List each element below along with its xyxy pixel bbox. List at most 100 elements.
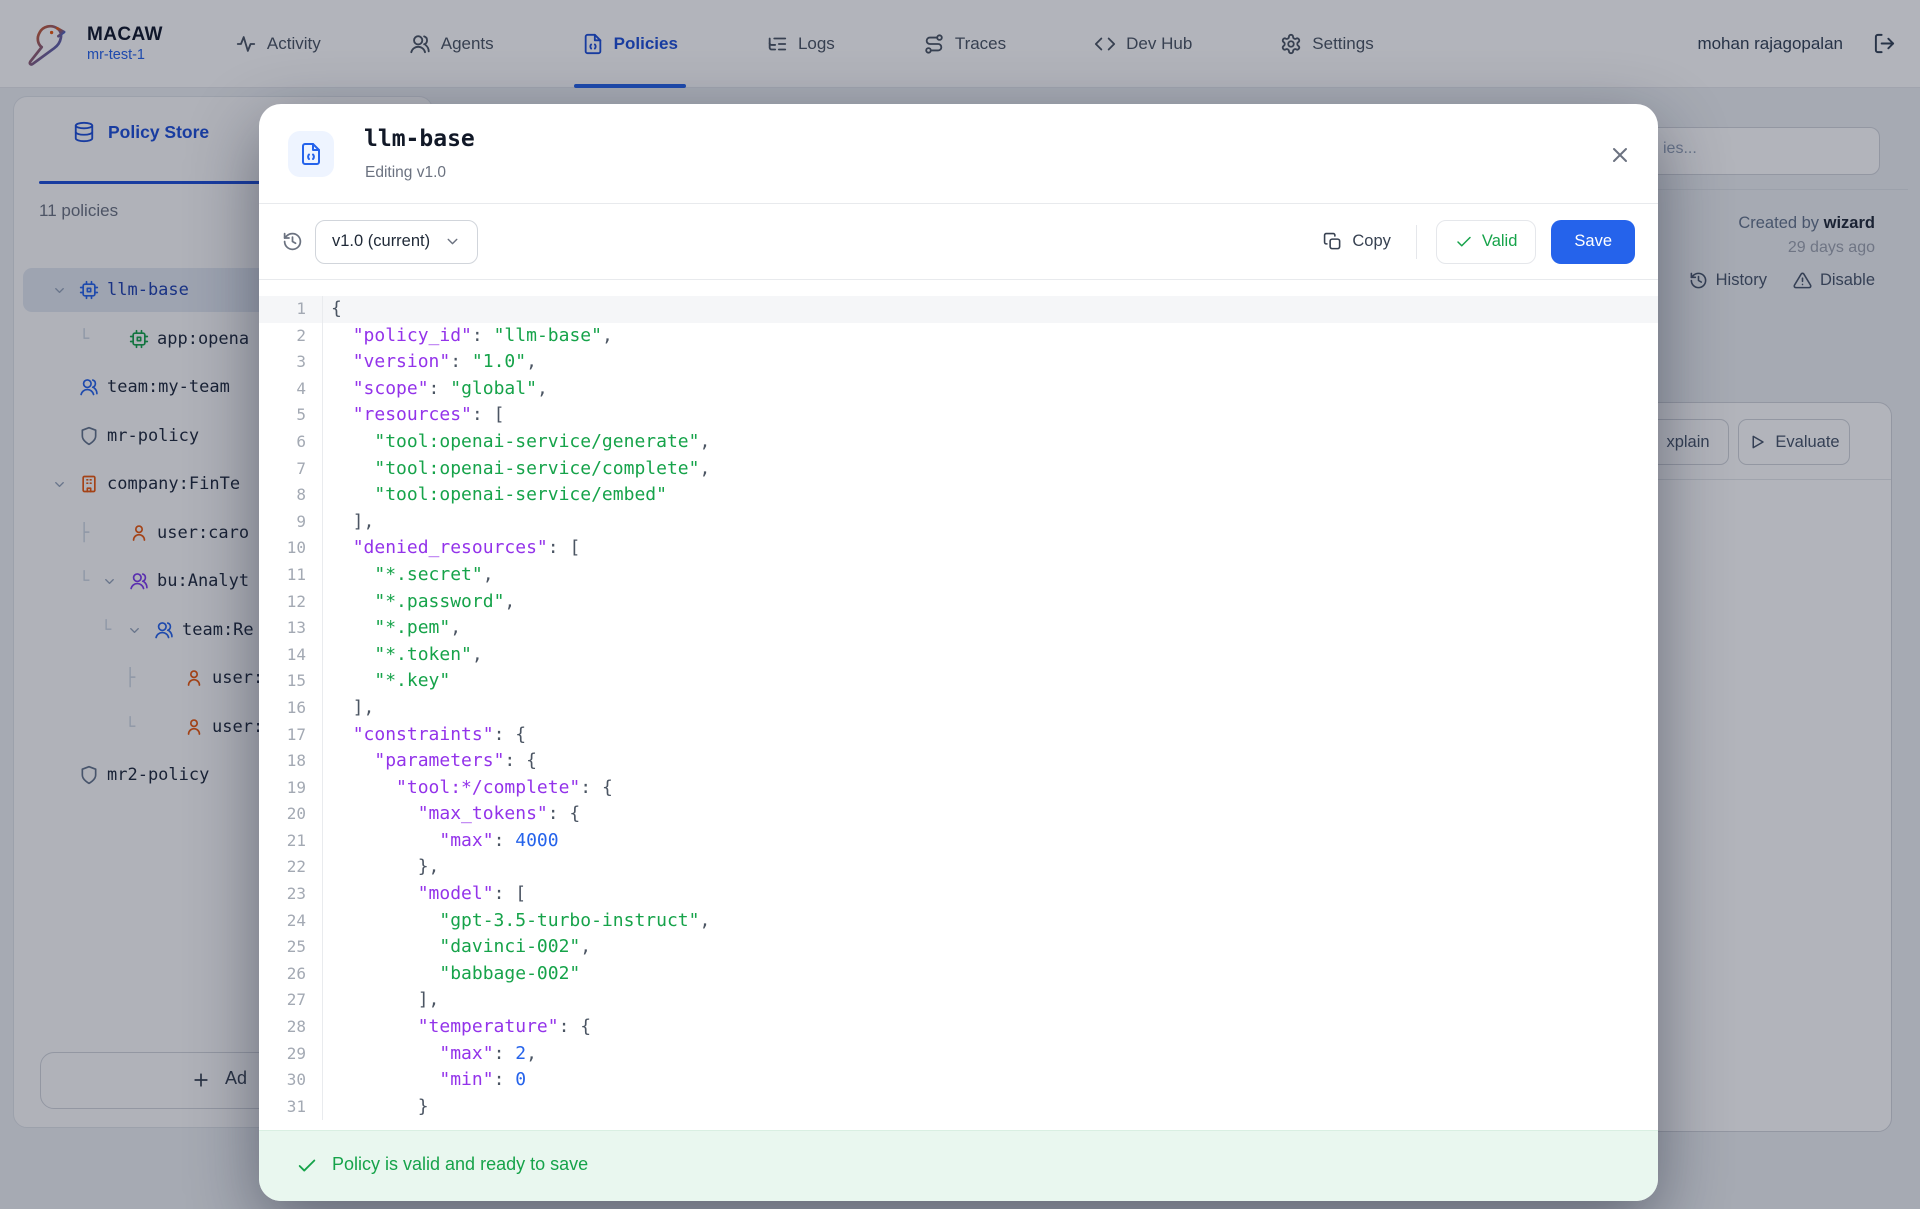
code-text: "*.password", [323,589,515,616]
code-text: "version": "1.0", [323,349,537,376]
line-number: 24 [259,908,323,935]
code-line[interactable]: 9 ], [259,509,1658,536]
code-line[interactable]: 11 "*.secret", [259,562,1658,589]
copy-button[interactable]: Copy [1317,231,1397,252]
line-number: 11 [259,562,323,589]
code-line[interactable]: 24 "gpt-3.5-turbo-instruct", [259,908,1658,935]
toolbar-divider [1416,225,1417,259]
close-icon[interactable] [1608,143,1632,167]
code-text: }, [323,854,439,881]
code-text: "max": 2, [323,1041,537,1068]
line-number: 16 [259,695,323,722]
code-text: "max_tokens": { [323,801,580,828]
check-icon [1455,233,1473,251]
code-text: "tool:openai-service/embed" [323,482,667,509]
code-text: "parameters": { [323,748,537,775]
code-text: "tool:openai-service/generate", [323,429,710,456]
line-number: 10 [259,535,323,562]
code-line[interactable]: 8 "tool:openai-service/embed" [259,482,1658,509]
code-line[interactable]: 26 "babbage-002" [259,961,1658,988]
code-line[interactable]: 16 ], [259,695,1658,722]
version-history-icon [282,231,303,252]
chevron-down-icon [444,233,461,250]
code-line[interactable]: 12 "*.password", [259,589,1658,616]
line-number: 7 [259,456,323,483]
line-number: 18 [259,748,323,775]
code-text: "gpt-3.5-turbo-instruct", [323,908,710,935]
validation-message: Policy is valid and ready to save [332,1154,588,1175]
valid-status-badge: Valid [1436,220,1536,264]
code-line[interactable]: 6 "tool:openai-service/generate", [259,429,1658,456]
code-line[interactable]: 31 } [259,1094,1658,1121]
code-line[interactable]: 30 "min": 0 [259,1067,1658,1094]
code-text: "davinci-002", [323,934,591,961]
code-line[interactable]: 27 ], [259,987,1658,1014]
code-line[interactable]: 29 "max": 2, [259,1041,1658,1068]
code-text: "constraints": { [323,722,526,749]
version-select[interactable]: v1.0 (current) [315,220,478,264]
line-number: 26 [259,961,323,988]
code-line[interactable]: 2 "policy_id": "llm-base", [259,323,1658,350]
line-number: 25 [259,934,323,961]
check-icon [296,1155,318,1177]
code-line[interactable]: 23 "model": [ [259,881,1658,908]
policy-file-icon [288,131,334,177]
line-number: 19 [259,775,323,802]
code-line[interactable]: 3 "version": "1.0", [259,349,1658,376]
code-text: "min": 0 [323,1067,526,1094]
code-line[interactable]: 4 "scope": "global", [259,376,1658,403]
code-text: "tool:openai-service/complete", [323,456,710,483]
line-number: 8 [259,482,323,509]
code-text: "model": [ [323,881,526,908]
line-number: 21 [259,828,323,855]
line-number: 2 [259,323,323,350]
code-line[interactable]: 22 }, [259,854,1658,881]
code-line[interactable]: 13 "*.pem", [259,615,1658,642]
code-line[interactable]: 5 "resources": [ [259,402,1658,429]
line-number: 13 [259,615,323,642]
save-button[interactable]: Save [1551,220,1635,264]
line-number: 20 [259,801,323,828]
code-text: ], [323,695,374,722]
line-number: 31 [259,1094,323,1121]
code-line[interactable]: 17 "constraints": { [259,722,1658,749]
line-number: 27 [259,987,323,1014]
code-editor[interactable]: 1{2 "policy_id": "llm-base",3 "version":… [259,280,1658,1131]
line-number: 9 [259,509,323,536]
line-number: 14 [259,642,323,669]
line-number: 28 [259,1014,323,1041]
line-number: 30 [259,1067,323,1094]
code-text: "temperature": { [323,1014,591,1041]
code-line[interactable]: 21 "max": 4000 [259,828,1658,855]
code-line[interactable]: 19 "tool:*/complete": { [259,775,1658,802]
code-line[interactable]: 15 "*.key" [259,668,1658,695]
code-text: "policy_id": "llm-base", [323,323,613,350]
modal-toolbar: v1.0 (current) Copy Valid Save [259,203,1658,280]
policy-editor-modal: llm-base Editing v1.0 v1.0 (current) Cop… [259,104,1658,1201]
code-line[interactable]: 25 "davinci-002", [259,934,1658,961]
code-text: "babbage-002" [323,961,580,988]
modal-header: llm-base Editing v1.0 [259,104,1658,203]
code-text: "denied_resources": [ [323,535,580,562]
line-number: 5 [259,402,323,429]
line-number: 12 [259,589,323,616]
code-line[interactable]: 20 "max_tokens": { [259,801,1658,828]
line-number: 17 [259,722,323,749]
line-number: 29 [259,1041,323,1068]
code-line[interactable]: 7 "tool:openai-service/complete", [259,456,1658,483]
code-line[interactable]: 18 "parameters": { [259,748,1658,775]
copy-icon [1323,232,1342,251]
code-text: "tool:*/complete": { [323,775,613,802]
code-line[interactable]: 28 "temperature": { [259,1014,1658,1041]
code-line[interactable]: 14 "*.token", [259,642,1658,669]
code-text: "*.pem", [323,615,461,642]
code-text: "scope": "global", [323,376,548,403]
line-number: 1 [259,296,323,323]
code-line[interactable]: 10 "denied_resources": [ [259,535,1658,562]
code-line[interactable]: 1{ [259,296,1658,323]
validation-footer: Policy is valid and ready to save [259,1130,1658,1201]
app-screen: MACAW mr-test-1 ActivityAgentsPoliciesLo… [0,0,1920,1209]
line-number: 4 [259,376,323,403]
modal-subtitle: Editing v1.0 [365,164,446,182]
line-number: 22 [259,854,323,881]
